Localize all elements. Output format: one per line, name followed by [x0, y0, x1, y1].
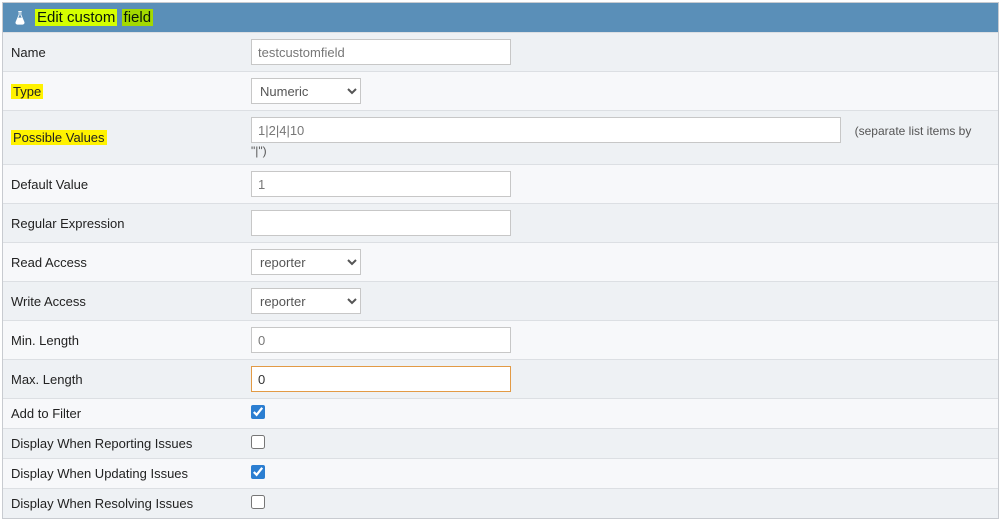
row-disp-resolve: Display When Resolving Issues: [3, 489, 998, 519]
max-length-field[interactable]: [251, 366, 511, 392]
row-name: Name: [3, 33, 998, 72]
row-type: Type Numeric: [3, 72, 998, 111]
row-regex: Regular Expression: [3, 204, 998, 243]
disp-update-checkbox[interactable]: [251, 465, 265, 479]
row-max-length: Max. Length: [3, 360, 998, 399]
label-add-filter: Add to Filter: [11, 406, 81, 421]
label-max-length: Max. Length: [11, 372, 83, 387]
label-min-length: Min. Length: [11, 333, 79, 348]
label-disp-report: Display When Reporting Issues: [11, 436, 192, 451]
flask-icon: [13, 9, 27, 26]
row-disp-update: Display When Updating Issues: [3, 459, 998, 489]
label-default-value: Default Value: [11, 177, 88, 192]
label-type: Type: [11, 84, 43, 99]
label-possible-values: Possible Values: [11, 130, 107, 145]
label-disp-update: Display When Updating Issues: [11, 466, 188, 481]
name-field[interactable]: [251, 39, 511, 65]
edit-custom-field-panel: Edit custom field Name Type Numeric Poss…: [2, 2, 999, 519]
row-disp-report: Display When Reporting Issues: [3, 429, 998, 459]
disp-report-checkbox[interactable]: [251, 435, 265, 449]
row-read-access: Read Access reporter: [3, 243, 998, 282]
panel-title-part1: Edit custom: [35, 9, 117, 26]
label-regex: Regular Expression: [11, 216, 124, 231]
panel-header: Edit custom field: [3, 3, 998, 32]
form-table: Name Type Numeric Possible Values (separ…: [3, 32, 998, 518]
label-read-access: Read Access: [11, 255, 87, 270]
row-possible-values: Possible Values (separate list items by …: [3, 111, 998, 165]
row-min-length: Min. Length: [3, 321, 998, 360]
type-select[interactable]: Numeric: [251, 78, 361, 104]
row-write-access: Write Access reporter: [3, 282, 998, 321]
row-add-filter: Add to Filter: [3, 399, 998, 429]
min-length-field[interactable]: [251, 327, 511, 353]
disp-resolve-checkbox[interactable]: [251, 495, 265, 509]
row-default-value: Default Value: [3, 165, 998, 204]
read-access-select[interactable]: reporter: [251, 249, 361, 275]
label-name: Name: [11, 45, 46, 60]
label-disp-resolve: Display When Resolving Issues: [11, 496, 193, 511]
regex-field[interactable]: [251, 210, 511, 236]
panel-title-part2: field: [122, 9, 154, 26]
default-value-field[interactable]: [251, 171, 511, 197]
add-filter-checkbox[interactable]: [251, 405, 265, 419]
label-write-access: Write Access: [11, 294, 86, 309]
panel-title: Edit custom field: [35, 9, 153, 26]
possible-values-field[interactable]: [251, 117, 841, 143]
write-access-select[interactable]: reporter: [251, 288, 361, 314]
